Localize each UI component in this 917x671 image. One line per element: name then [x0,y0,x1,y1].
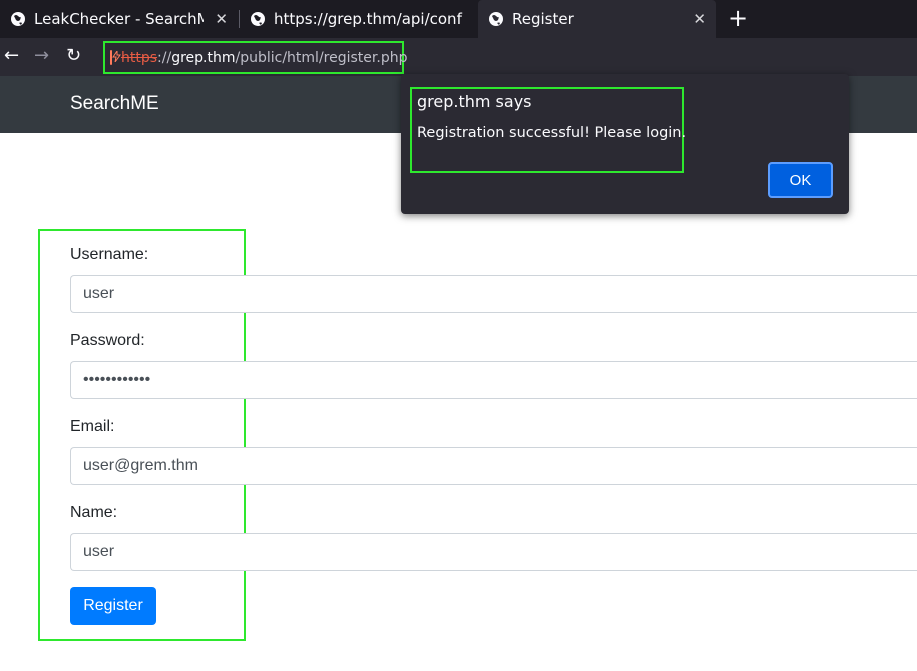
password-label: Password: [70,332,145,349]
close-icon[interactable]: ✕ [215,10,228,28]
tab-label: https://grep.thm/api/conf [274,10,462,28]
password-input[interactable]: •••••••••••• [70,361,917,399]
dialog-title: grep.thm says [417,92,532,111]
dialog-ok-button[interactable]: OK [768,162,833,198]
email-input[interactable]: user@grem.thm [70,447,917,485]
url-host: grep.thm [171,49,236,66]
tab-register[interactable]: Register ✕ [478,0,716,38]
tab-api-conf[interactable]: https://grep.thm/api/conf [240,0,476,38]
tab-label: LeakChecker - SearchME [34,10,204,28]
back-arrow-icon[interactable]: ← [4,46,19,66]
username-input[interactable]: user [70,275,917,313]
globe-icon [10,11,26,27]
site-brand[interactable]: SearchME [70,93,159,115]
url-scheme: https [121,49,158,66]
register-button[interactable]: Register [70,587,156,625]
address-bar[interactable]: https://grep.thm/public/html/register.ph… [103,41,407,74]
tab-leakchecker[interactable]: LeakChecker - SearchME ✕ [0,0,238,38]
globe-icon [250,11,266,27]
tab-label: Register [512,10,574,28]
dialog-message: Registration successful! Please login. [417,125,687,141]
globe-icon [488,11,504,27]
name-input[interactable]: user [70,533,917,571]
email-label: Email: [70,418,115,435]
close-icon[interactable]: ✕ [693,10,706,28]
username-label: Username: [70,246,149,263]
url-path: /public/html/register.php [235,49,408,66]
reload-icon[interactable]: ↻ [66,46,81,66]
browser-tab-bar: LeakChecker - SearchME ✕ https://grep.th… [0,0,917,38]
name-label: Name: [70,504,118,521]
insecure-connection-icon[interactable] [110,50,121,65]
new-tab-button[interactable]: + [728,5,748,31]
url-separator: :// [157,49,172,66]
forward-arrow-icon[interactable]: → [34,46,49,66]
